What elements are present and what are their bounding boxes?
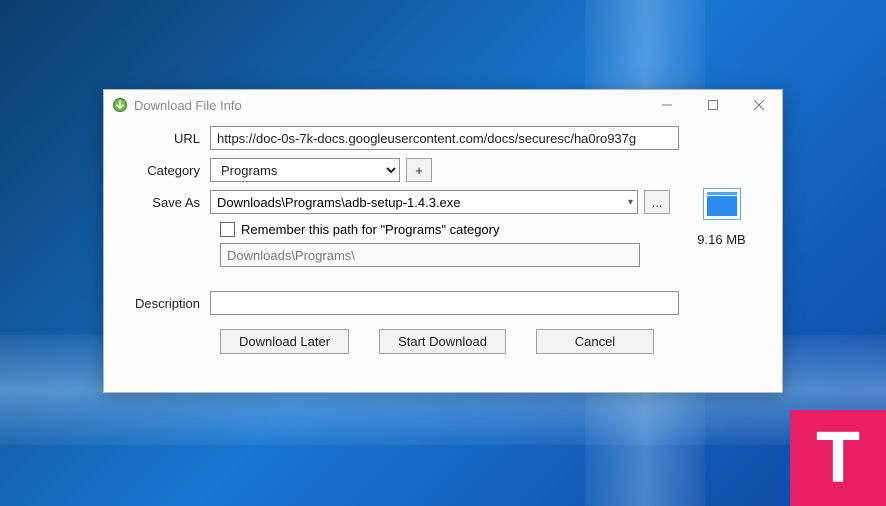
titlebar[interactable]: Download File Info [104, 90, 782, 120]
maximize-button[interactable] [690, 90, 736, 120]
window-controls [644, 90, 782, 120]
file-size-label: 9.16 MB [697, 232, 745, 247]
window-title: Download File Info [134, 98, 242, 113]
remember-path-label: Remember this path for "Programs" catego… [241, 222, 500, 237]
remember-path-display: Downloads\Programs\ [220, 243, 640, 267]
watermark-badge: T [790, 410, 886, 506]
saveas-combobox[interactable]: Downloads\Programs\adb-setup-1.4.3.exe ▾ [210, 190, 638, 214]
cancel-button[interactable]: Cancel [536, 329, 654, 354]
download-file-info-dialog: Download File Info URL Category [103, 89, 783, 393]
remember-path-checkbox[interactable] [220, 222, 235, 237]
add-category-button[interactable]: + [406, 158, 432, 182]
description-label: Description [122, 296, 210, 311]
category-label: Category [122, 163, 210, 178]
chevron-down-icon: ▾ [628, 197, 633, 208]
close-button[interactable] [736, 90, 782, 120]
url-label: URL [122, 131, 210, 146]
browse-button[interactable]: ... [644, 190, 670, 214]
start-download-button[interactable]: Start Download [379, 329, 506, 354]
saveas-label: Save As [122, 195, 210, 210]
url-input[interactable] [210, 126, 679, 150]
app-icon [112, 97, 128, 113]
minimize-button[interactable] [644, 90, 690, 120]
file-type-icon [703, 188, 741, 220]
category-select[interactable]: Programs [210, 158, 400, 182]
download-later-button[interactable]: Download Later [220, 329, 349, 354]
description-input[interactable] [210, 291, 679, 315]
saveas-value: Downloads\Programs\adb-setup-1.4.3.exe [217, 195, 461, 210]
